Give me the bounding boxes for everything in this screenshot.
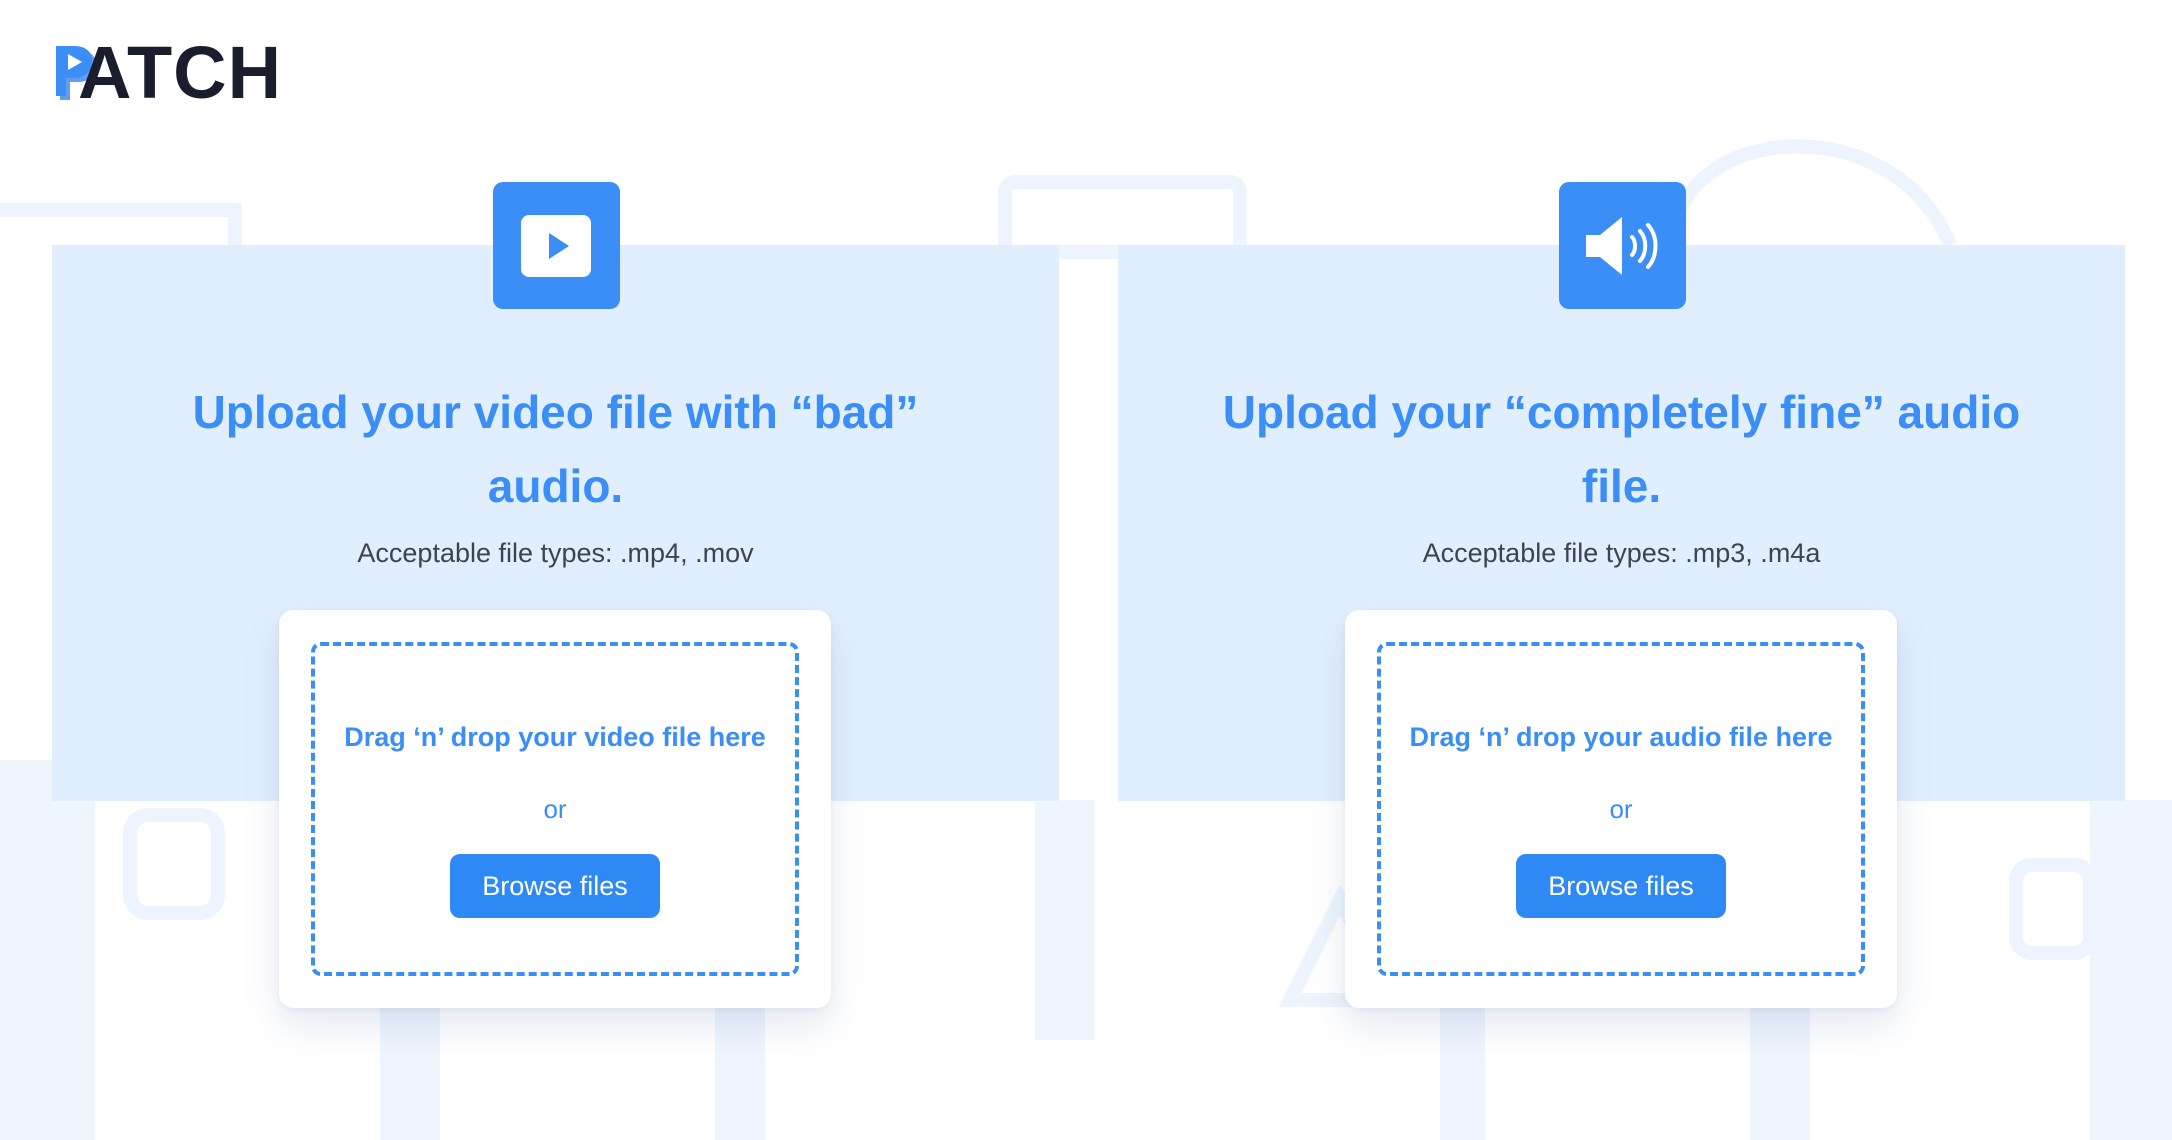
speaker-icon: [1586, 216, 1658, 275]
logo-wordmark: ATCH: [78, 31, 283, 114]
video-browse-button[interactable]: Browse files: [450, 854, 660, 918]
audio-file-types: Acceptable file types: .mp3, .m4a: [1422, 538, 1821, 568]
video-icon-tile: [492, 182, 620, 309]
video-upload-card: Drag ‘n’ drop your video file here or Br…: [279, 610, 831, 1008]
video-file-types: Acceptable file types: .mp4, .mov: [357, 538, 754, 568]
brand-logo[interactable]: ATCH: [54, 31, 304, 114]
audio-dropzone-label: Drag ‘n’ drop your audio file here: [1409, 722, 1833, 752]
audio-upload-card: Drag ‘n’ drop your audio file here or Br…: [1345, 610, 1897, 1008]
audio-dropzone[interactable]: Drag ‘n’ drop your audio file here or Br…: [1377, 642, 1865, 976]
audio-icon-tile: [1558, 182, 1686, 309]
video-dropzone-label: Drag ‘n’ drop your video file here: [344, 722, 766, 752]
video-upload-title: Upload your video file with “bad” audio.: [192, 386, 919, 512]
video-or-separator: or: [543, 794, 567, 824]
audio-or-separator: or: [1609, 794, 1633, 824]
audio-upload-title: Upload your “completely fine” audio file…: [1222, 386, 2021, 512]
play-icon: [521, 214, 591, 277]
video-dropzone[interactable]: Drag ‘n’ drop your video file here or Br…: [311, 642, 799, 976]
audio-browse-button[interactable]: Browse files: [1516, 854, 1726, 918]
